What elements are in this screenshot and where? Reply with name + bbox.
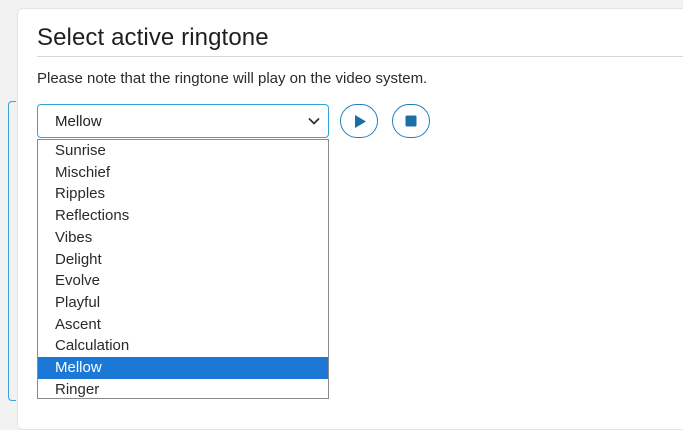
ringtone-note: Please note that the ringtone will play … [37, 70, 428, 87]
stop-icon [405, 115, 417, 127]
play-button[interactable] [340, 104, 378, 138]
ringtone-option-evolve[interactable]: Evolve [38, 270, 328, 292]
page-title: Select active ringtone [37, 24, 269, 51]
ringtone-option-ringer[interactable]: Ringer [38, 379, 328, 401]
ringtone-option-reflections[interactable]: Reflections [38, 205, 328, 227]
ringtone-option-mellow[interactable]: Mellow [38, 357, 328, 379]
ringtone-option-sunrise[interactable]: Sunrise [38, 140, 328, 162]
play-icon [355, 115, 366, 128]
ringtone-option-calculation[interactable]: Calculation [38, 335, 328, 357]
ringtone-option-mischief[interactable]: Mischief [38, 162, 328, 184]
title-divider [37, 56, 683, 57]
chevron-down-icon [308, 118, 320, 125]
ringtone-option-ripples[interactable]: Ripples [38, 183, 328, 205]
ringtone-option-vibes[interactable]: Vibes [38, 227, 328, 249]
ringtone-select-value: Mellow [55, 113, 102, 130]
ringtone-dropdown-list: Sunrise Mischief Ripples Reflections Vibes De… [37, 139, 329, 399]
ringtone-option-ascent[interactable]: Ascent [38, 314, 328, 336]
stop-button[interactable] [392, 104, 430, 138]
ringtone-select[interactable]: Mellow [37, 104, 329, 138]
ringtone-option-playful[interactable]: Playful [38, 292, 328, 314]
focus-bracket [8, 101, 16, 401]
ringtone-option-delight[interactable]: Delight [38, 249, 328, 271]
